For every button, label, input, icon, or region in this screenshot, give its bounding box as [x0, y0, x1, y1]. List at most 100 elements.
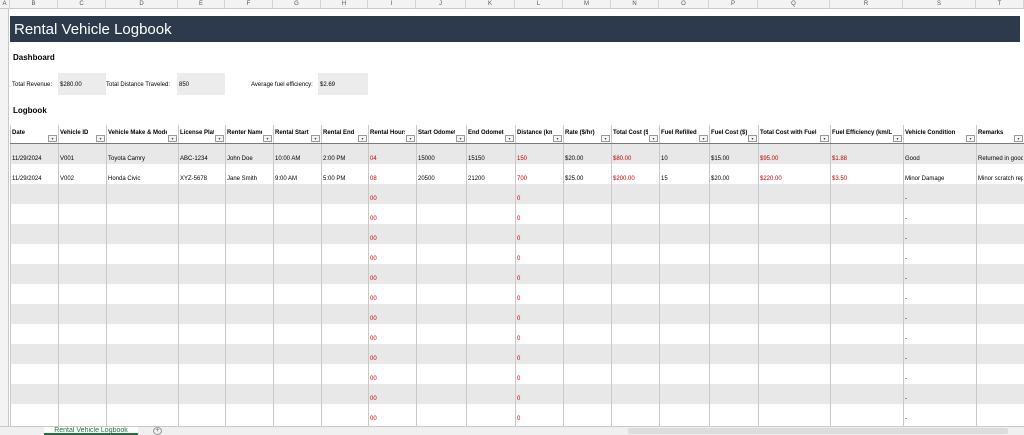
column-letter-f[interactable]: F: [225, 0, 273, 9]
filter-dropdown-icon[interactable]: ▾: [553, 135, 562, 142]
table-cell[interactable]: Jane Smith: [225, 175, 272, 183]
total-distance-value[interactable]: 850: [177, 73, 225, 95]
table-cell[interactable]: 00: [368, 255, 415, 263]
table-cell[interactable]: 0: [515, 375, 562, 383]
filter-dropdown-icon[interactable]: ▾: [966, 135, 975, 142]
table-cell[interactable]: 9:00 AM: [273, 175, 320, 183]
table-cell[interactable]: 15: [659, 175, 708, 183]
table-cell[interactable]: Good: [903, 155, 975, 163]
table-cell[interactable]: 20500: [416, 175, 465, 183]
table-cell[interactable]: $3.50: [830, 175, 902, 183]
table-cell[interactable]: -: [903, 215, 975, 223]
table-cell[interactable]: John Doe: [225, 155, 272, 163]
table-cell[interactable]: 00: [368, 315, 415, 323]
table-cell[interactable]: 04: [368, 155, 415, 163]
filter-dropdown-icon[interactable]: ▾: [1014, 135, 1023, 142]
table-cell[interactable]: 0: [515, 255, 562, 263]
filter-dropdown-icon[interactable]: ▾: [820, 135, 829, 142]
table-cell[interactable]: $95.00: [758, 155, 829, 163]
column-letter-t[interactable]: T: [976, 0, 1024, 9]
table-cell[interactable]: $20.00: [563, 155, 610, 163]
table-cell[interactable]: Honda Civic: [106, 175, 177, 183]
filter-dropdown-icon[interactable]: ▾: [505, 135, 514, 142]
table-cell[interactable]: 0: [515, 235, 562, 243]
column-letter-q[interactable]: Q: [758, 0, 830, 9]
table-cell[interactable]: 15000: [416, 155, 465, 163]
filter-dropdown-icon[interactable]: ▾: [263, 135, 272, 142]
table-cell[interactable]: $25.00: [563, 175, 610, 183]
table-cell[interactable]: 150: [515, 155, 562, 163]
table-cell[interactable]: V002: [58, 175, 105, 183]
table-cell[interactable]: Minor Damage: [903, 175, 975, 183]
table-cell[interactable]: 0: [515, 335, 562, 343]
column-letter-e[interactable]: E: [178, 0, 225, 9]
table-cell[interactable]: 700: [515, 175, 562, 183]
table-cell[interactable]: 10: [659, 155, 708, 163]
table-cell[interactable]: 0: [515, 315, 562, 323]
table-cell[interactable]: 00: [368, 375, 415, 383]
column-letter-l[interactable]: L: [515, 0, 563, 9]
filter-dropdown-icon[interactable]: ▾: [215, 135, 224, 142]
avg-fuel-efficiency-value[interactable]: $2.69: [318, 73, 368, 95]
filter-dropdown-icon[interactable]: ▾: [601, 135, 610, 142]
table-cell[interactable]: Returned in good condition: [976, 155, 1023, 163]
table-cell[interactable]: 15150: [466, 155, 514, 163]
table-cell[interactable]: 10:00 AM: [273, 155, 320, 163]
table-cell[interactable]: -: [903, 315, 975, 323]
filter-dropdown-icon[interactable]: ▾: [96, 135, 105, 142]
table-cell[interactable]: 00: [368, 415, 415, 423]
table-cell[interactable]: ABC-1234: [178, 155, 224, 163]
table-cell[interactable]: 11/29/2024: [10, 155, 57, 163]
table-cell[interactable]: 00: [368, 215, 415, 223]
table-cell[interactable]: 0: [515, 275, 562, 283]
table-cell[interactable]: XYZ-5678: [178, 175, 224, 183]
filter-dropdown-icon[interactable]: ▾: [893, 135, 902, 142]
table-cell[interactable]: 5:00 PM: [321, 175, 367, 183]
table-cell[interactable]: $1.88: [830, 155, 902, 163]
table-cell[interactable]: 21200: [466, 175, 514, 183]
table-cell[interactable]: V001: [58, 155, 105, 163]
table-cell[interactable]: 0: [515, 355, 562, 363]
filter-dropdown-icon[interactable]: ▾: [406, 135, 415, 142]
horizontal-scrollbar[interactable]: [628, 428, 1008, 434]
table-cell[interactable]: 2:00 PM: [321, 155, 367, 163]
table-cell[interactable]: -: [903, 415, 975, 423]
column-letter-i[interactable]: I: [368, 0, 416, 9]
table-cell[interactable]: 00: [368, 195, 415, 203]
sheet-tab-rental-vehicle-logbook[interactable]: Rental Vehicle Logbook: [44, 427, 138, 435]
filter-dropdown-icon[interactable]: ▾: [48, 135, 57, 142]
table-cell[interactable]: -: [903, 295, 975, 303]
table-cell[interactable]: 00: [368, 275, 415, 283]
column-letter-p[interactable]: P: [709, 0, 758, 9]
column-letter-d[interactable]: D: [106, 0, 178, 9]
column-letter-o[interactable]: O: [659, 0, 709, 9]
table-cell[interactable]: -: [903, 355, 975, 363]
table-cell[interactable]: 00: [368, 235, 415, 243]
table-cell[interactable]: $15.00: [709, 155, 757, 163]
table-cell[interactable]: $200.00: [611, 175, 658, 183]
table-cell[interactable]: $80.00: [611, 155, 658, 163]
table-cell[interactable]: -: [903, 235, 975, 243]
filter-dropdown-icon[interactable]: ▾: [168, 135, 177, 142]
column-letter-b[interactable]: B: [10, 0, 58, 9]
table-cell[interactable]: Toyota Camry: [106, 155, 177, 163]
column-letter-c[interactable]: C: [58, 0, 106, 9]
table-cell[interactable]: -: [903, 275, 975, 283]
total-revenue-value[interactable]: $280.00: [58, 73, 106, 95]
filter-dropdown-icon[interactable]: ▾: [456, 135, 465, 142]
filter-dropdown-icon[interactable]: ▾: [748, 135, 757, 142]
table-cell[interactable]: $20.00: [709, 175, 757, 183]
column-letter-n[interactable]: N: [611, 0, 659, 9]
table-cell[interactable]: Minor scratch reported: [976, 175, 1023, 183]
filter-dropdown-icon[interactable]: ▾: [358, 135, 367, 142]
column-letter-r[interactable]: R: [830, 0, 903, 9]
table-cell[interactable]: -: [903, 395, 975, 403]
table-cell[interactable]: 00: [368, 335, 415, 343]
column-letter-s[interactable]: S: [903, 0, 976, 9]
column-letter-k[interactable]: K: [466, 0, 515, 9]
column-letter-m[interactable]: M: [563, 0, 611, 9]
column-letter-a[interactable]: A: [0, 0, 10, 9]
table-cell[interactable]: $220.00: [758, 175, 829, 183]
filter-dropdown-icon[interactable]: ▾: [699, 135, 708, 142]
table-cell[interactable]: 0: [515, 215, 562, 223]
